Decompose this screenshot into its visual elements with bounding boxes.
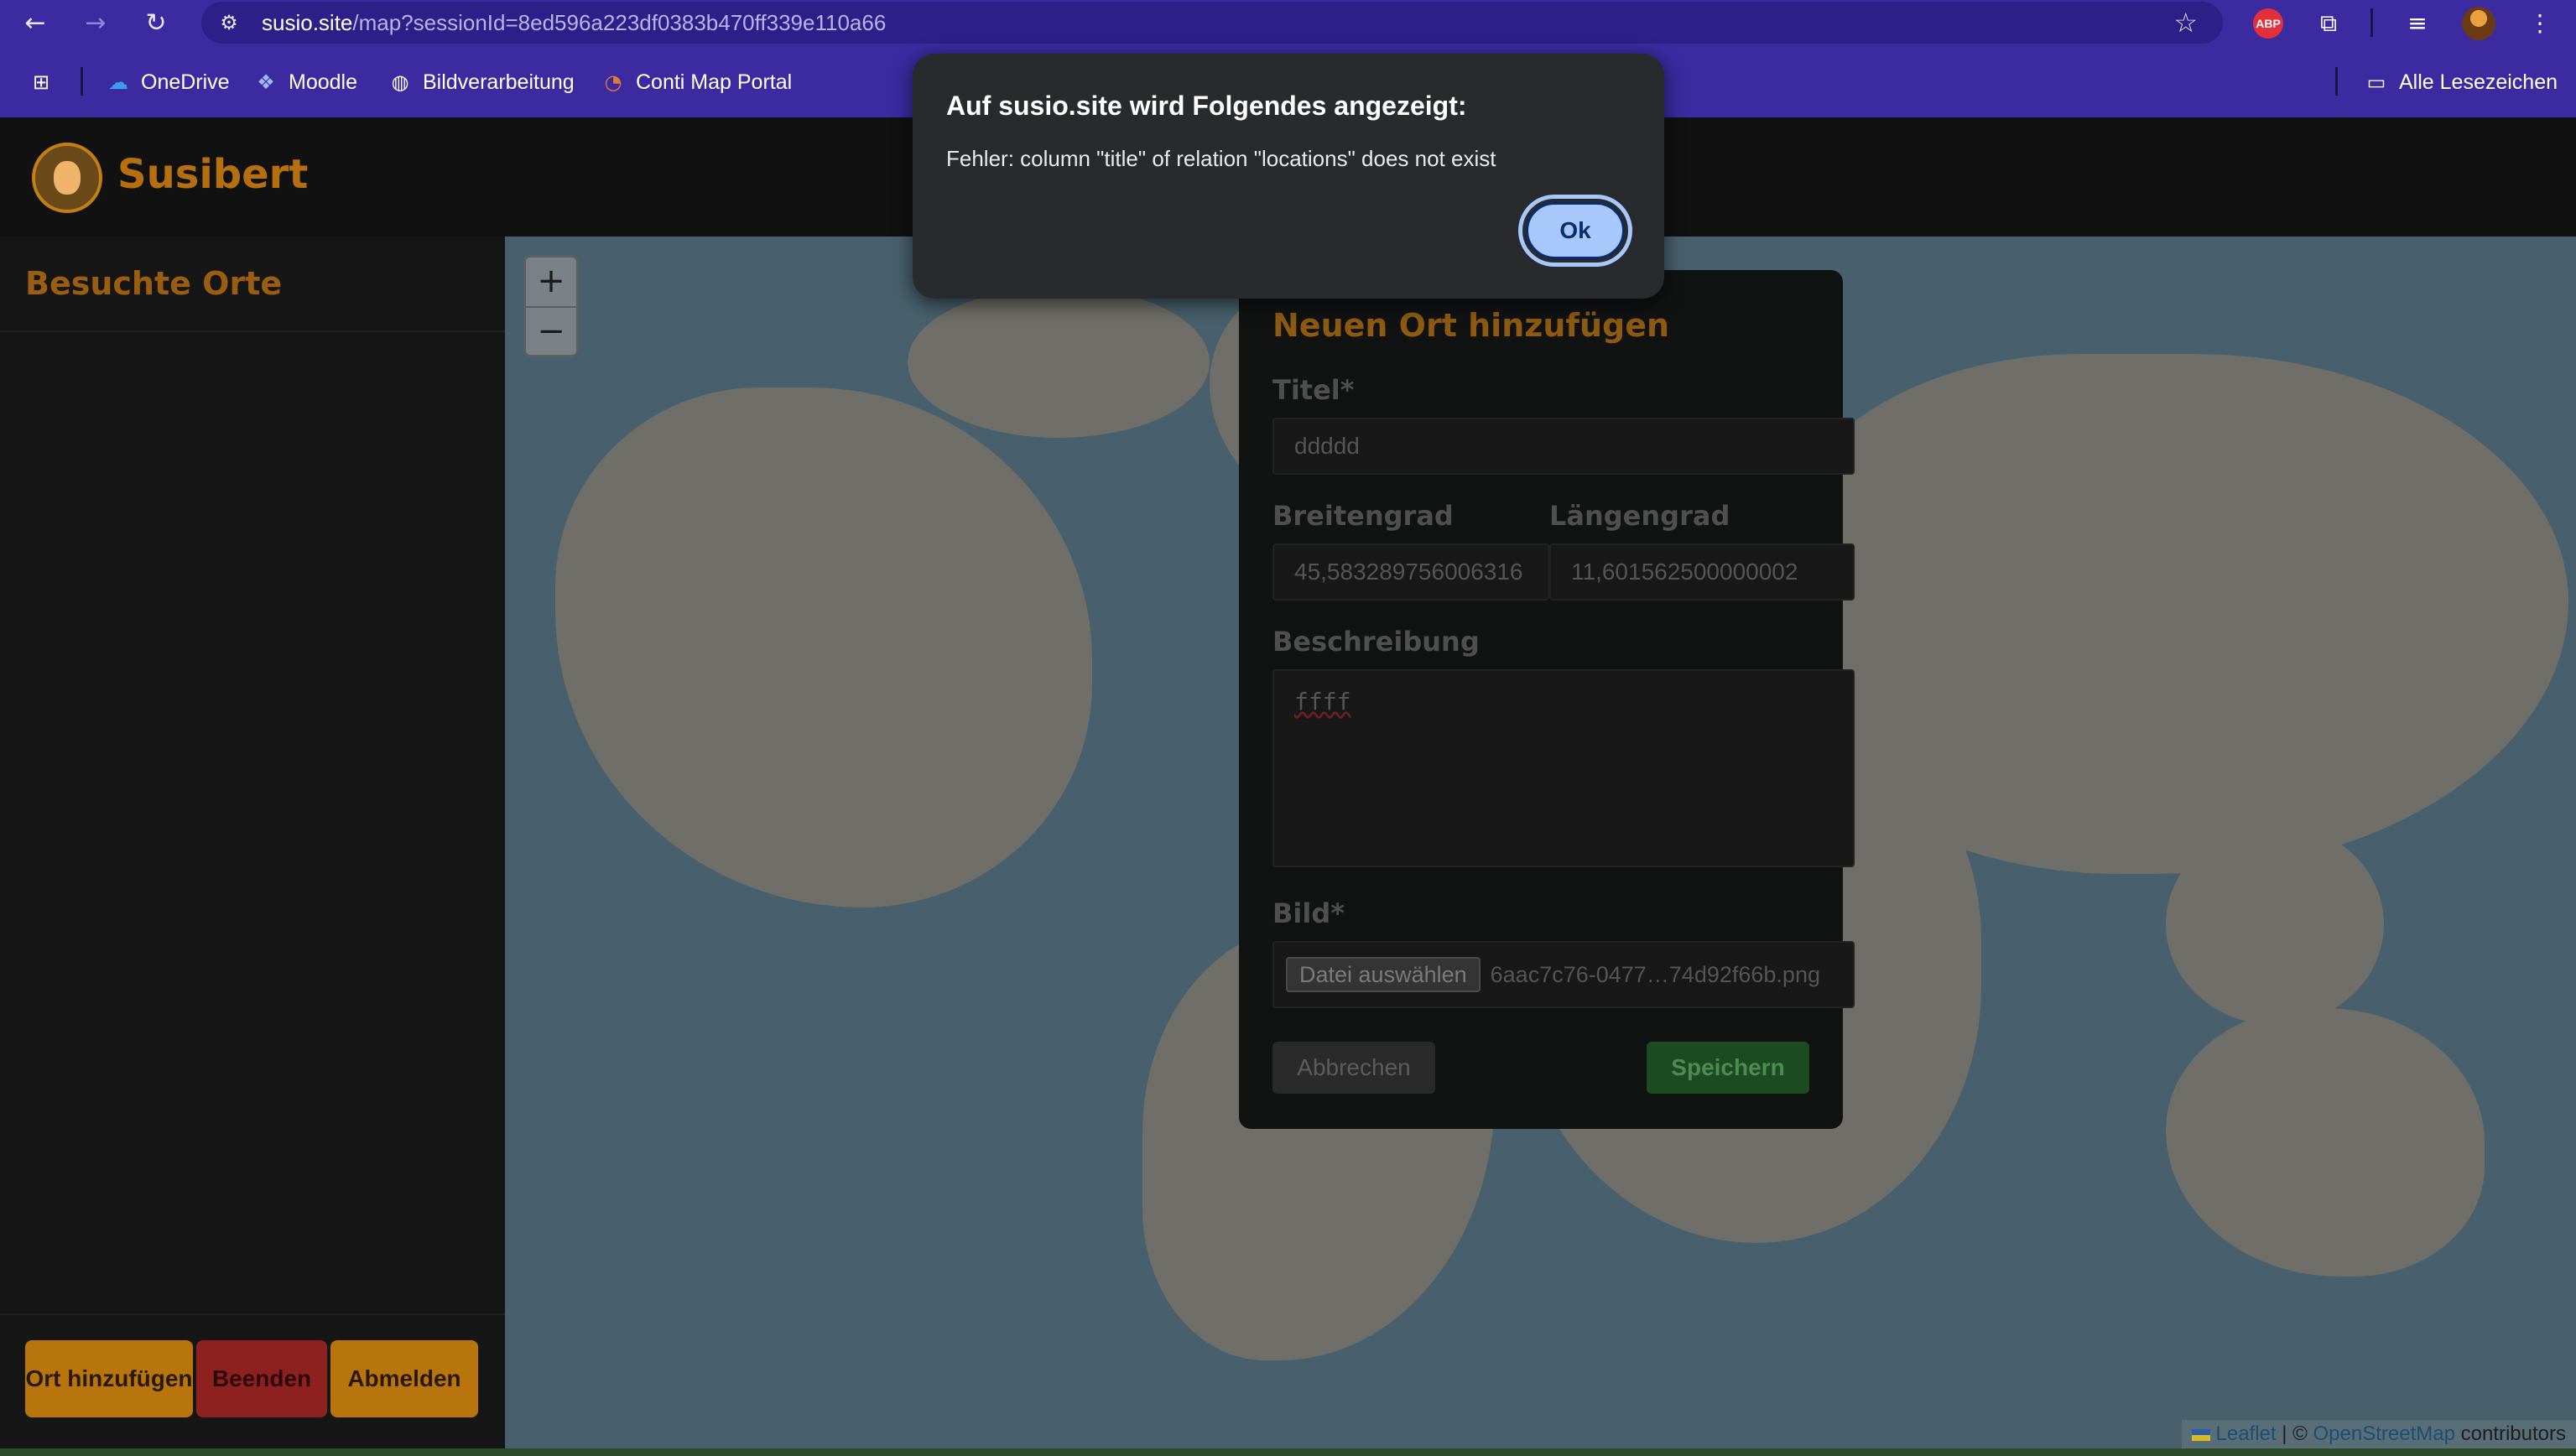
address-bar[interactable]: ⚙ susio.site/map?sessionId=8ed596a223df0…: [201, 2, 2223, 44]
add-place-button[interactable]: Ort hinzufügen: [25, 1340, 193, 1417]
url-host: susio.site: [262, 10, 353, 35]
asia-landmass: [1780, 354, 2568, 874]
arctic-islands-landmass: [908, 287, 1210, 438]
site-settings-icon[interactable]: ⚙: [216, 10, 242, 35]
sidebar: Besuchte Orte Ort hinzufügen Beenden Abm…: [0, 237, 505, 1456]
brand-logo: [32, 143, 102, 213]
title-label: Titel*: [1272, 374, 1355, 406]
modal-title: Neuen Ort hinzufügen: [1272, 307, 1670, 344]
logout-button[interactable]: Abmelden: [330, 1340, 478, 1417]
reading-list-icon[interactable]: ≡: [2401, 7, 2434, 40]
alert-dialog: Auf susio.site wird Folgendes angezeigt:…: [913, 54, 1664, 299]
sidebar-divider: [0, 330, 505, 332]
zoom-control: + −: [523, 255, 579, 357]
bookmarks-divider: [2335, 67, 2338, 96]
description-text: ffff: [1294, 688, 1351, 715]
folder-icon: ▭: [2366, 70, 2386, 94]
moodle-icon: ❖: [257, 70, 275, 94]
choose-file-button[interactable]: Datei auswählen: [1286, 957, 1481, 992]
zoom-in-button[interactable]: +: [526, 257, 576, 306]
bookmark-label: OneDrive: [141, 70, 230, 94]
leaflet-link[interactable]: Leaflet: [2216, 1422, 2277, 1445]
description-textarea[interactable]: ffff: [1272, 669, 1855, 867]
all-bookmarks-label: Alle Lesezeichen: [2399, 70, 2558, 94]
image-label: Bild*: [1272, 897, 1345, 929]
australia-landmass: [2166, 1008, 2485, 1277]
longitude-label: Längengrad: [1549, 500, 1730, 532]
save-button[interactable]: Speichern: [1647, 1042, 1809, 1094]
sidebar-title: Besuchte Orte: [25, 265, 283, 302]
globe-icon: ◍: [391, 70, 409, 94]
ok-button-label: Ok: [1526, 202, 1625, 259]
toolbar-divider: [2370, 8, 2373, 37]
bookmark-conti-map-portal[interactable]: ◔ Conti Map Portal: [601, 67, 793, 97]
zoom-out-button[interactable]: −: [526, 308, 576, 356]
add-place-modal: Neuen Ort hinzufügen Titel* ddddd Breite…: [1239, 270, 1855, 1129]
ukraine-flag-icon: [2191, 1428, 2210, 1441]
bookmark-label: Conti Map Portal: [636, 70, 793, 94]
extensions-puzzle-icon[interactable]: ⧉: [2312, 7, 2345, 40]
title-input[interactable]: ddddd: [1272, 418, 1855, 475]
bottom-strip: [0, 1448, 2576, 1456]
url-path: /map?sessionId=8ed596a223df0383b470ff339…: [352, 10, 887, 35]
southeast-asia-landmass: [2166, 824, 2384, 1025]
openstreetmap-link[interactable]: OpenStreetMap: [2313, 1422, 2455, 1445]
adblock-extension-icon[interactable]: ABP: [2253, 8, 2283, 39]
north-america-landmass: [555, 387, 1092, 907]
reload-icon[interactable]: ↻: [138, 5, 174, 42]
brand-name: Susibert: [117, 151, 309, 198]
attribution-contributors: contributors: [2460, 1422, 2566, 1445]
map-attribution: Leaflet | © OpenStreetMap contributors: [2181, 1420, 2576, 1448]
chosen-file-name: 6aac7c76-0477…74d92f66b.png: [1490, 961, 1820, 987]
bookmark-onedrive[interactable]: ☁ OneDrive: [106, 67, 230, 97]
alert-title: Auf susio.site wird Folgendes angezeigt:: [946, 91, 1467, 121]
alert-message: Fehler: column "title" of relation "loca…: [946, 146, 1496, 171]
attribution-separator: | ©: [2282, 1422, 2308, 1445]
longitude-input[interactable]: 11,601562500000002: [1549, 543, 1855, 601]
latitude-label: Breitengrad: [1272, 500, 1454, 532]
url-text[interactable]: susio.site/map?sessionId=8ed596a223df038…: [262, 10, 886, 35]
browser-toolbar: ← → ↻ ⚙ susio.site/map?sessionId=8ed596a…: [0, 0, 2576, 45]
bookmark-label: Moodle: [289, 70, 357, 94]
back-arrow-icon[interactable]: ←: [17, 5, 54, 42]
bookmark-bildverarbeitung[interactable]: ◍ Bildverarbeitung: [388, 67, 575, 97]
forward-arrow-icon[interactable]: →: [77, 5, 114, 42]
latitude-input[interactable]: 45,583289756006316: [1272, 543, 1549, 601]
end-button[interactable]: Beenden: [196, 1340, 327, 1417]
bookmark-star-icon[interactable]: ☆: [2173, 8, 2198, 37]
cloud-icon: ☁: [108, 70, 128, 94]
sidebar-divider: [0, 1313, 505, 1315]
browser-menu-icon[interactable]: ⋮: [2523, 7, 2557, 40]
cancel-button[interactable]: Abbrechen: [1272, 1042, 1435, 1094]
profile-avatar[interactable]: [2462, 7, 2495, 40]
bookmark-moodle[interactable]: ❖ Moodle: [253, 67, 357, 97]
bookmark-label: Bildverarbeitung: [423, 70, 575, 94]
all-bookmarks-folder[interactable]: ▭ Alle Lesezeichen: [2364, 67, 2558, 97]
map-portal-icon: ◔: [604, 70, 622, 94]
image-file-input[interactable]: Datei auswählen 6aac7c76-0477…74d92f66b.…: [1272, 941, 1855, 1008]
description-label: Beschreibung: [1272, 626, 1480, 658]
bookmarks-divider: [81, 67, 83, 96]
apps-grid-icon[interactable]: ⊞: [29, 67, 54, 97]
ok-button[interactable]: Ok: [1518, 195, 1632, 267]
